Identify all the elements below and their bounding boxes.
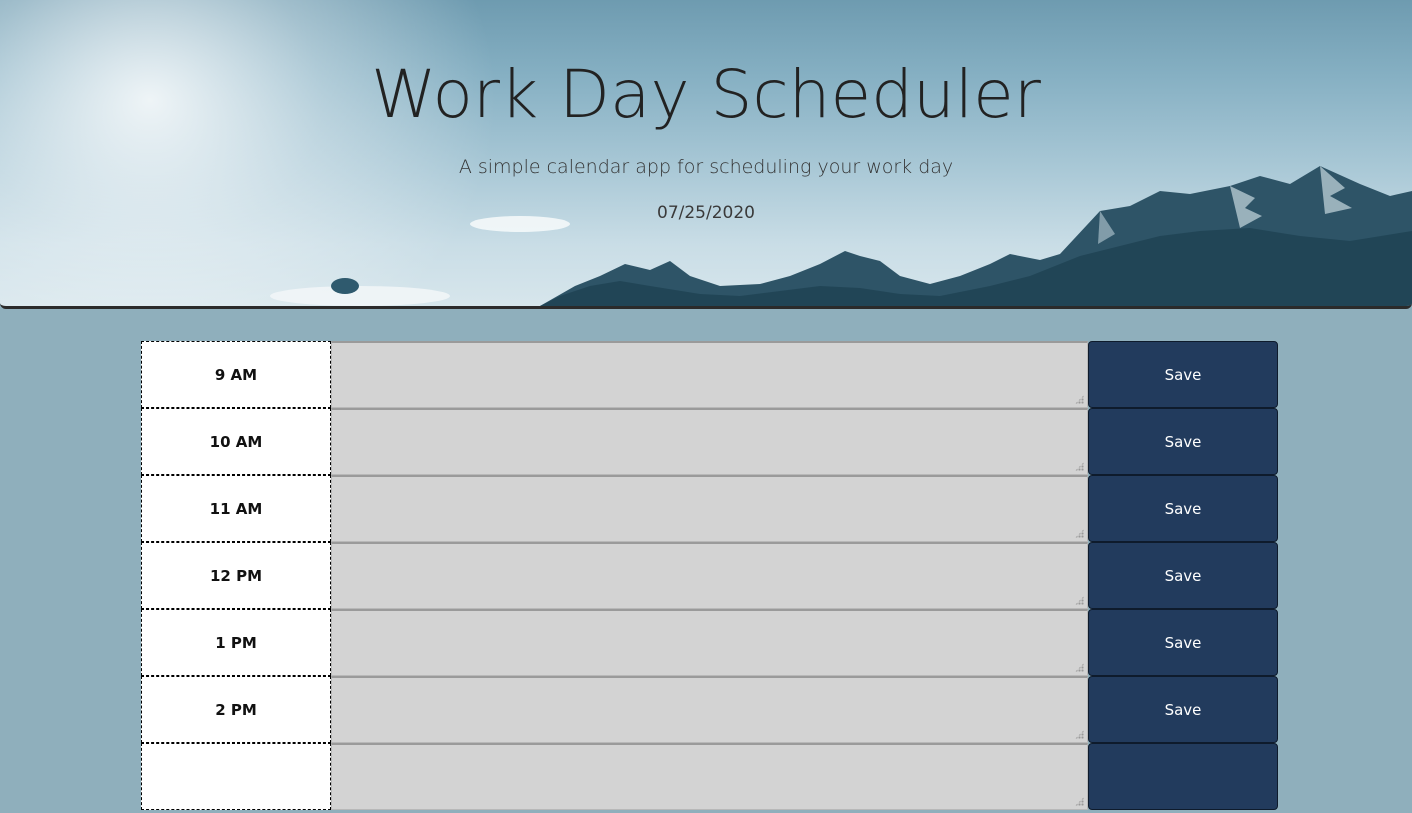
task-area[interactable]: [331, 341, 1088, 408]
time-block-row: 9 AM Save: [141, 341, 1282, 408]
task-input[interactable]: [332, 745, 1087, 809]
task-input[interactable]: [332, 343, 1087, 407]
schedule-container: 9 AM Save 10 AM Save 11 AM Save 12 PM Sa…: [141, 341, 1282, 810]
save-button[interactable]: [1088, 743, 1278, 810]
task-input[interactable]: [332, 410, 1087, 474]
hour-label: 1 PM: [141, 609, 331, 676]
hour-label: 2 PM: [141, 676, 331, 743]
save-button[interactable]: Save: [1088, 475, 1278, 542]
time-block-row: 12 PM Save: [141, 542, 1282, 609]
current-date: 07/25/2020: [657, 203, 755, 223]
page-subtitle: A simple calendar app for scheduling you…: [458, 156, 954, 178]
save-button[interactable]: Save: [1088, 542, 1278, 609]
time-block-row: 11 AM Save: [141, 475, 1282, 542]
time-block-row: 2 PM Save: [141, 676, 1282, 743]
hour-label: [141, 743, 331, 810]
task-area[interactable]: [331, 676, 1088, 743]
task-area[interactable]: [331, 408, 1088, 475]
hour-label: 12 PM: [141, 542, 331, 609]
time-block-row: 10 AM Save: [141, 408, 1282, 475]
time-block-row: [141, 743, 1282, 810]
save-button[interactable]: Save: [1088, 676, 1278, 743]
page-title: Work Day Scheduler: [371, 56, 1041, 133]
task-area[interactable]: [331, 609, 1088, 676]
save-button[interactable]: Save: [1088, 609, 1278, 676]
task-input[interactable]: [332, 477, 1087, 541]
task-area[interactable]: [331, 542, 1088, 609]
hour-label: 11 AM: [141, 475, 331, 542]
hour-label: 10 AM: [141, 408, 331, 475]
jumbotron-header: Work Day Scheduler A simple calendar app…: [0, 0, 1412, 309]
save-button[interactable]: Save: [1088, 408, 1278, 475]
task-area[interactable]: [331, 743, 1088, 810]
task-input[interactable]: [332, 611, 1087, 675]
save-button[interactable]: Save: [1088, 341, 1278, 408]
task-input[interactable]: [332, 678, 1087, 742]
task-area[interactable]: [331, 475, 1088, 542]
time-block-row: 1 PM Save: [141, 609, 1282, 676]
hour-label: 9 AM: [141, 341, 331, 408]
task-input[interactable]: [332, 544, 1087, 608]
